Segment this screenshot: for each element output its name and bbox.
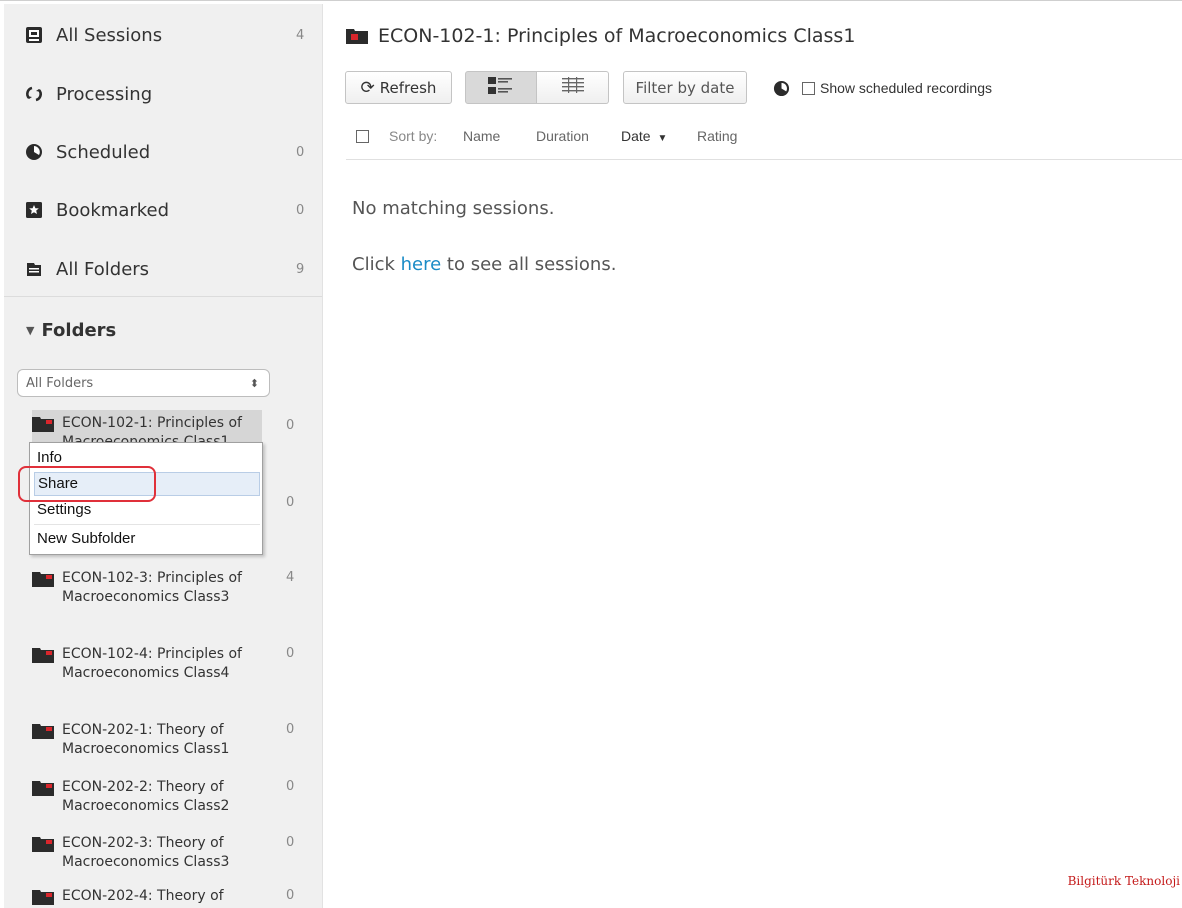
folder-item-econ-202-1[interactable]: ECON-202-1: Theory of Macroeconomics Cla…	[32, 721, 262, 759]
nav-label: Processing	[56, 83, 153, 105]
show-scheduled-checkbox[interactable]	[802, 82, 815, 95]
menu-item-share[interactable]: Share	[34, 472, 260, 496]
sort-option-date[interactable]: Date ▼	[621, 128, 667, 144]
menu-item-settings[interactable]: Settings	[34, 498, 260, 522]
sort-option-date-label: Date	[621, 128, 651, 144]
clock-icon	[24, 143, 44, 161]
nav-processing[interactable]: Processing	[4, 65, 322, 123]
sessions-icon	[24, 26, 44, 44]
folder-name: ECON-102-1: Principles of Macroeconomics…	[62, 415, 242, 444]
detail-view-icon	[488, 76, 514, 100]
hint-before: Click	[352, 254, 401, 275]
nav-scheduled[interactable]: Scheduled 0	[4, 123, 322, 181]
folder-count: 0	[286, 888, 295, 903]
folder-icon	[346, 28, 368, 44]
menu-divider	[34, 524, 260, 525]
clock-icon	[773, 80, 790, 101]
bookmark-icon	[24, 201, 44, 219]
watermark: Bilgitürk Teknoloji	[1067, 874, 1180, 888]
folder-filter-select[interactable]: All Folders ⬍	[17, 369, 270, 397]
folder-count: 4	[286, 570, 295, 585]
show-scheduled-label: Show scheduled recordings	[820, 80, 992, 96]
folder-name: ECON-102-3: Principles of Macroeconomics…	[62, 570, 242, 605]
folder-count: 0	[286, 418, 295, 433]
folder-icon	[32, 778, 62, 816]
nav-count: 9	[296, 261, 305, 277]
sidebar-divider	[4, 296, 322, 297]
folder-count: 0	[286, 722, 295, 737]
folders-icon	[24, 260, 44, 278]
nav-count: 0	[296, 144, 305, 160]
sort-by-label: Sort by:	[389, 128, 438, 144]
nav-all-folders[interactable]: All Folders 9	[4, 240, 322, 298]
folder-item-econ-102-4[interactable]: ECON-102-4: Principles of Macroeconomics…	[32, 645, 262, 683]
folder-count: 0	[286, 646, 295, 661]
sort-bar: Sort by: Name Duration Date ▼ Rating	[346, 119, 1182, 160]
folder-icon	[32, 645, 62, 683]
menu-item-info[interactable]: Info	[34, 446, 260, 470]
page-title-text: ECON-102-1: Principles of Macroeconomics…	[378, 25, 856, 47]
nav-count: 4	[296, 27, 305, 43]
refresh-icon: ⟳	[360, 77, 375, 98]
filter-by-date-label: Filter by date	[635, 78, 735, 97]
folder-item-econ-202-4[interactable]: ECON-202-4: Theory of	[32, 887, 262, 908]
menu-item-new-subfolder[interactable]: New Subfolder	[34, 527, 260, 551]
nav-label: All Folders	[56, 258, 150, 280]
top-border	[0, 0, 1182, 1]
folder-name: ECON-202-2: Theory of Macroeconomics Cla…	[62, 779, 230, 814]
folder-context-menu: Info Share Settings New Subfolder	[29, 442, 263, 555]
folder-filter-value: All Folders	[26, 375, 94, 391]
filter-by-date-button[interactable]: Filter by date	[623, 71, 747, 104]
nav-all-sessions[interactable]: All Sessions 4	[4, 6, 322, 64]
folder-icon	[32, 721, 62, 759]
updown-arrows-icon: ⬍	[249, 376, 259, 390]
refresh-button[interactable]: ⟳ Refresh	[345, 71, 452, 104]
page-title: ECON-102-1: Principles of Macroeconomics…	[346, 25, 855, 47]
folder-item-econ-102-3[interactable]: ECON-102-3: Principles of Macroeconomics…	[32, 569, 262, 607]
sort-option-rating[interactable]: Rating	[697, 128, 737, 144]
select-all-checkbox[interactable]	[356, 130, 369, 143]
nav-bookmarked[interactable]: Bookmarked 0	[4, 181, 322, 239]
sort-option-duration[interactable]: Duration	[536, 128, 589, 144]
folder-icon	[32, 887, 62, 908]
nav-label: Scheduled	[56, 141, 151, 163]
nav-count: 0	[296, 202, 305, 218]
folder-icon	[32, 834, 62, 872]
folder-item-econ-202-2[interactable]: ECON-202-2: Theory of Macroeconomics Cla…	[32, 778, 262, 816]
folder-icon	[32, 569, 62, 607]
list-view-button[interactable]	[537, 71, 609, 104]
folder-name: ECON-202-1: Theory of Macroeconomics Cla…	[62, 722, 230, 757]
caret-down-icon: ▼	[657, 133, 668, 144]
folder-count: 0	[286, 835, 295, 850]
folders-toggle[interactable]: ▼ Folders	[26, 320, 116, 341]
processing-icon	[24, 85, 44, 103]
detail-view-button[interactable]	[465, 71, 537, 104]
sort-option-name[interactable]: Name	[463, 128, 500, 144]
folder-name: ECON-202-3: Theory of Macroeconomics Cla…	[62, 835, 230, 870]
folder-count: 0	[286, 779, 295, 794]
folder-name: ECON-202-4: Theory of	[62, 888, 224, 904]
hint-after: to see all sessions.	[441, 254, 617, 275]
empty-message: No matching sessions.	[352, 198, 555, 219]
list-view-icon	[561, 76, 584, 100]
see-all-hint: Click here to see all sessions.	[352, 254, 616, 275]
folder-count: 0	[286, 495, 295, 510]
nav-label: Bookmarked	[56, 199, 170, 221]
triangle-down-icon: ▼	[26, 324, 35, 337]
folder-item-econ-202-3[interactable]: ECON-202-3: Theory of Macroeconomics Cla…	[32, 834, 262, 872]
folder-item-econ-102-1[interactable]: ECON-102-1: Principles of Macroeconomics…	[32, 410, 262, 444]
nav-label: All Sessions	[56, 24, 163, 46]
folder-icon	[32, 414, 62, 444]
refresh-label: Refresh	[379, 78, 437, 97]
see-all-link[interactable]: here	[401, 254, 442, 275]
folder-name: ECON-102-4: Principles of Macroeconomics…	[62, 646, 242, 681]
folders-heading: Folders	[41, 320, 117, 341]
